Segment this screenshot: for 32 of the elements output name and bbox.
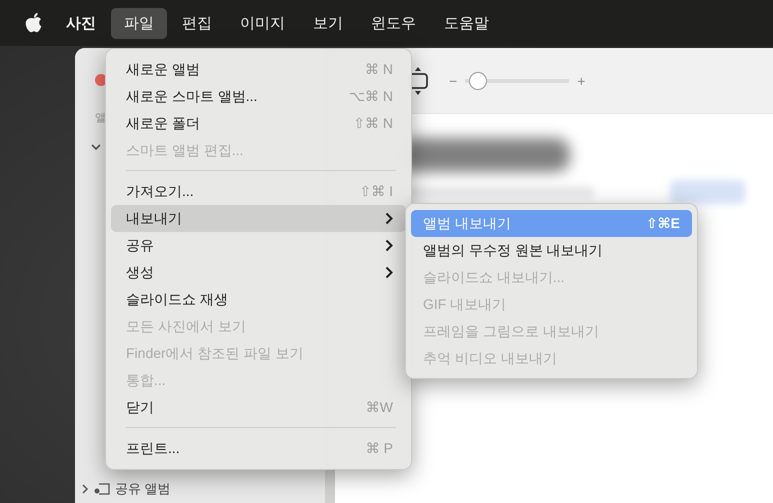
menu-item[interactable]: 닫기 ⌘W — [111, 394, 406, 421]
menu-bar-item[interactable]: 사진 — [62, 8, 109, 38]
menu-bar-item[interactable]: 도움말 — [431, 8, 502, 38]
menu-bar-item[interactable]: 파일 — [111, 8, 167, 38]
apple-logo-icon[interactable] — [24, 12, 44, 34]
menu-item[interactable]: 공유 — [111, 232, 406, 259]
menu-item[interactable]: 새로운 앨범 ⌘ N — [111, 56, 406, 83]
menu-item[interactable]: 내보내기 — [111, 205, 406, 232]
menu-item[interactable]: 프린트... ⌘ P — [111, 435, 406, 462]
menu-item[interactable]: 가져오기... ⇧⌘ I — [111, 178, 406, 205]
menu-bar-item[interactable]: 보기 — [300, 8, 356, 38]
shortcut-label: ⌘ N — [365, 61, 393, 78]
menu-item[interactable]: 새로운 스마트 앨범... ⌥⌘ N — [111, 83, 406, 110]
shortcut-label: ⌥⌘ N — [348, 88, 393, 105]
sidebar-heading: 앨 — [95, 111, 106, 125]
shortcut-label: ⌘W — [366, 399, 393, 416]
menu-bar-item[interactable]: 윈도우 — [358, 8, 429, 38]
slider-thumb[interactable] — [469, 72, 488, 90]
shared-album-icon — [93, 482, 111, 496]
chevron-down-icon[interactable] — [91, 143, 101, 151]
sidebar-item[interactable]: 공유 앨범 — [115, 480, 171, 498]
menu-item[interactable]: 새로운 폴더 ⇧⌘ N — [111, 110, 406, 137]
menu-item[interactable]: 생성 — [111, 259, 406, 286]
shortcut-label: ⇧⌘ I — [359, 183, 393, 200]
menu-bar-item[interactable]: 편집 — [169, 8, 225, 38]
shortcut-label: ⌘ P — [366, 440, 393, 457]
chevron-right-icon[interactable] — [81, 484, 89, 494]
menu-item[interactable]: 슬라이드쇼 재생 — [111, 286, 406, 313]
shortcut-label: ⇧⌘ N — [353, 115, 393, 132]
menu-item[interactable]: 앨범의 무수정 원본 내보내기 — [411, 237, 692, 264]
shortcut-label: ⇧⌘E — [646, 215, 680, 232]
menu-bar-item[interactable]: 이미지 — [227, 8, 298, 38]
